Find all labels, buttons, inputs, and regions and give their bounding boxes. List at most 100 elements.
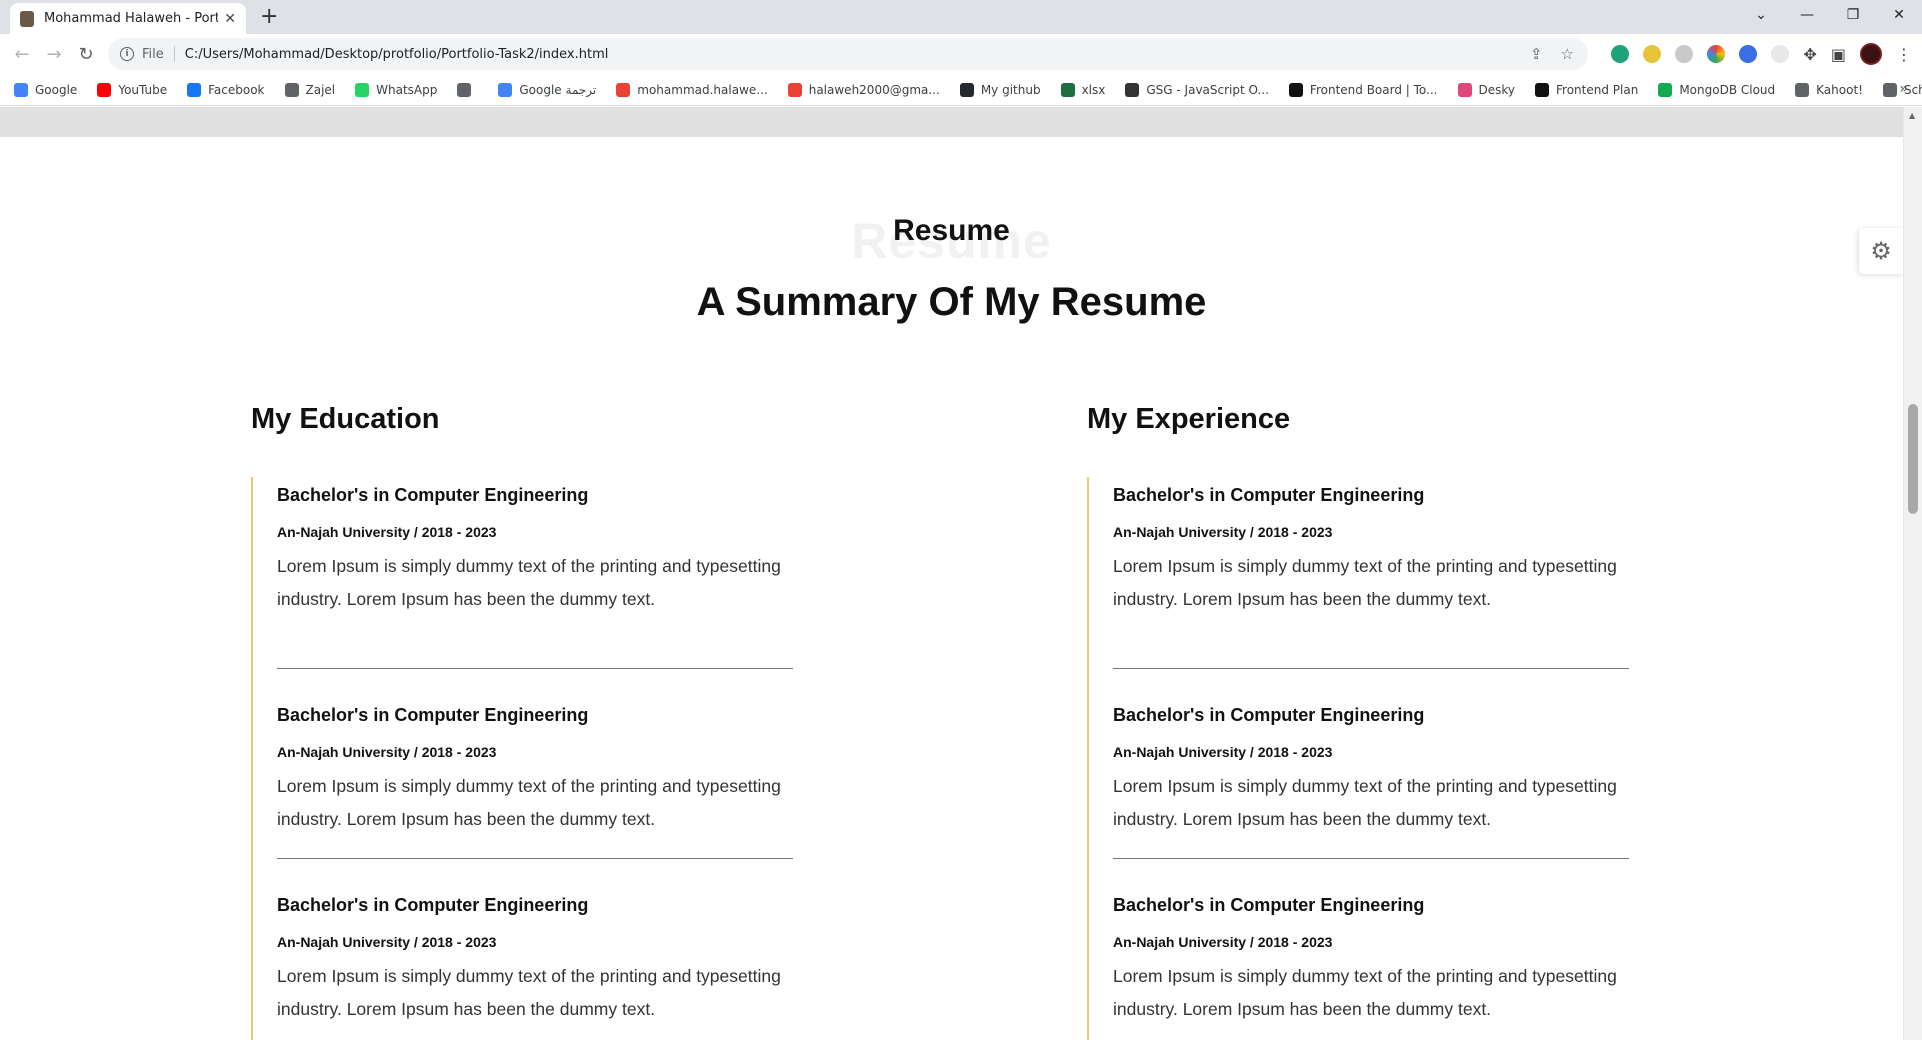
bookmark-item[interactable]: Facebook	[187, 82, 265, 97]
close-tab-icon[interactable]: ✕	[224, 11, 236, 27]
item-subtitle: An-Najah University / 2018 - 2023	[1113, 744, 1333, 760]
bookmark-item[interactable]: WhatsApp	[355, 82, 437, 97]
side-panel-icon[interactable]: ▣	[1831, 45, 1846, 64]
forward-arrow-icon[interactable]: →	[38, 38, 70, 70]
bookmark-favicon-icon	[498, 82, 513, 97]
bookmark-favicon-icon	[1457, 82, 1472, 97]
address-bar[interactable]: i File C:/Users/Mohammad/Desktop/protfol…	[108, 38, 1588, 70]
url-text[interactable]: C:/Users/Mohammad/Desktop/protfolio/Port…	[185, 47, 1530, 62]
bookmark-item[interactable]: Frontend Plan	[1535, 82, 1639, 97]
bookmark-item[interactable]	[457, 82, 478, 97]
bookmark-favicon-icon	[1795, 82, 1810, 97]
close-window-icon[interactable]: ✕	[1876, 0, 1922, 30]
bookmark-label: Google	[35, 82, 78, 97]
bookmark-label: Zajel	[305, 82, 336, 97]
bookmark-item[interactable]: Frontend Board | To...	[1288, 82, 1438, 97]
bookmark-item[interactable]: Zajel	[284, 82, 336, 97]
bookmark-label: Frontend Board | To...	[1309, 82, 1438, 97]
bookmark-item[interactable]: Google	[14, 82, 78, 97]
bookmark-label: Kahoot!	[1816, 82, 1863, 97]
item-subtitle: An-Najah University / 2018 - 2023	[1113, 524, 1333, 540]
experience-item: Bachelor's in Computer Engineering An-Naj…	[1113, 859, 1629, 1040]
item-description: Lorem Ipsum is simply dummy text of the …	[1113, 776, 1617, 829]
bookmark-item[interactable]: Desky	[1457, 82, 1515, 97]
bookmark-favicon-icon	[1535, 82, 1549, 97]
item-description: Lorem Ipsum is simply dummy text of the …	[277, 556, 781, 609]
bookmark-favicon-icon	[1288, 82, 1303, 97]
back-arrow-icon[interactable]: ←	[6, 38, 38, 70]
bookmark-label: xlsx	[1081, 82, 1106, 97]
bookmark-star-icon[interactable]: ☆	[1561, 45, 1574, 63]
bookmark-item[interactable]: YouTube	[97, 82, 167, 97]
bookmark-favicon-icon	[1658, 82, 1673, 97]
experience-timeline: Bachelor's in Computer Engineering An-Naj…	[1087, 477, 1629, 1040]
item-description: Lorem Ipsum is simply dummy text of the …	[277, 776, 781, 829]
bookmark-favicon-icon	[355, 82, 370, 97]
bookmark-item[interactable]: halaweh2000@gma...	[787, 82, 940, 97]
education-item: Bachelor's in Computer Engineering An-Naj…	[277, 859, 793, 1040]
profile-avatar[interactable]	[1860, 43, 1882, 65]
scroll-up-arrow-icon[interactable]: ▲	[1909, 111, 1915, 120]
share-icon[interactable]: ⇪	[1530, 45, 1543, 63]
item-title: Bachelor's in Computer Engineering	[1113, 895, 1425, 915]
bookmark-item[interactable]: GSG - JavaScript O...	[1125, 82, 1269, 97]
section-header: Resume Resume	[0, 212, 1903, 269]
bookmark-item[interactable]: Kahoot!	[1795, 82, 1863, 97]
extension-blue-icon[interactable]	[1739, 45, 1758, 63]
bookmark-favicon-icon	[1882, 82, 1897, 97]
browser-tab[interactable]: Mohammad Halaweh - Portfolio ✕	[10, 3, 246, 34]
page-scrollbar[interactable]: ▲	[1903, 107, 1922, 1040]
section-title: A Summary Of My Resume	[696, 280, 1207, 324]
bookmark-favicon-icon	[959, 82, 974, 97]
bookmark-item[interactable]: xlsx	[1060, 82, 1106, 97]
menu-kebab-icon[interactable]: ⋮	[1896, 45, 1912, 64]
extension-shield-icon[interactable]	[1611, 45, 1630, 63]
tab-title: Mohammad Halaweh - Portfolio	[44, 11, 219, 26]
extension-grey-icon[interactable]	[1771, 45, 1790, 63]
scroll-thumb[interactable]	[1908, 404, 1918, 514]
bookmark-label: MongoDB Cloud	[1679, 82, 1776, 97]
tab-strip: Mohammad Halaweh - Portfolio ✕ + ⌄ — ❐ ✕	[0, 0, 1922, 34]
experience-item: Bachelor's in Computer Engineering An-Naj…	[1113, 669, 1629, 859]
page-viewport: Resume Resume A Summary Of My Resume My …	[0, 107, 1903, 1040]
bookmark-label: GSG - JavaScript O...	[1146, 82, 1269, 97]
bookmarks-bar: Google YouTube Facebook Zajel WhatsApp Google…	[0, 74, 1922, 106]
bookmark-item[interactable]: My github	[959, 82, 1041, 97]
item-title: Bachelor's in Computer Engineering	[1113, 485, 1425, 505]
item-subtitle: An-Najah University / 2018 - 2023	[1113, 934, 1333, 950]
tab-search-icon[interactable]: ⌄	[1738, 0, 1784, 30]
item-title: Bachelor's in Computer Engineering	[277, 705, 589, 725]
experience-item: Bachelor's in Computer Engineering An-Naj…	[1113, 479, 1629, 669]
reload-icon[interactable]: ↻	[70, 38, 102, 70]
education-timeline: Bachelor's in Computer Engineering An-Naj…	[251, 477, 793, 1040]
item-title: Bachelor's in Computer Engineering	[277, 895, 589, 915]
info-icon[interactable]: i	[120, 47, 134, 61]
extension-color-icon[interactable]	[1707, 45, 1726, 63]
minimize-icon[interactable]: —	[1784, 0, 1830, 30]
bookmark-favicon-icon	[787, 82, 802, 97]
item-description: Lorem Ipsum is simply dummy text of the …	[1113, 556, 1617, 609]
new-tab-button[interactable]: +	[260, 4, 278, 30]
item-subtitle: An-Najah University / 2018 - 2023	[277, 744, 497, 760]
settings-toggle-button[interactable]: ⚙	[1859, 228, 1903, 274]
bookmark-label: mohammad.halawe...	[637, 82, 768, 97]
bookmark-label: halaweh2000@gma...	[808, 82, 940, 97]
education-item: Bachelor's in Computer Engineering An-Naj…	[277, 669, 793, 859]
bookmark-item[interactable]: MongoDB Cloud	[1658, 82, 1776, 97]
bookmark-label: Google ترجمة	[519, 82, 597, 97]
extensions-puzzle-icon[interactable]: ✥	[1803, 45, 1816, 64]
top-section-edge	[0, 107, 1903, 137]
extensions-area: ✥ ▣ ⋮	[1611, 38, 1912, 70]
bookmark-favicon-icon	[1125, 82, 1140, 97]
bookmark-item[interactable]: mohammad.halawe...	[616, 82, 768, 97]
more-bookmarks-icon[interactable]: »	[1899, 81, 1908, 97]
bookmark-label: Frontend Plan	[1556, 82, 1639, 97]
extension-coin-icon[interactable]	[1643, 45, 1662, 63]
experience-heading: My Experience	[1087, 403, 1291, 435]
bookmark-item[interactable]: Google ترجمة	[498, 82, 597, 97]
experience-column: My Experience Bachelor's in Computer Eng…	[1087, 403, 1629, 1040]
education-heading: My Education	[251, 403, 440, 435]
extension-search-icon[interactable]	[1675, 45, 1694, 63]
bookmark-label: My github	[980, 82, 1041, 97]
restore-icon[interactable]: ❐	[1830, 0, 1876, 30]
